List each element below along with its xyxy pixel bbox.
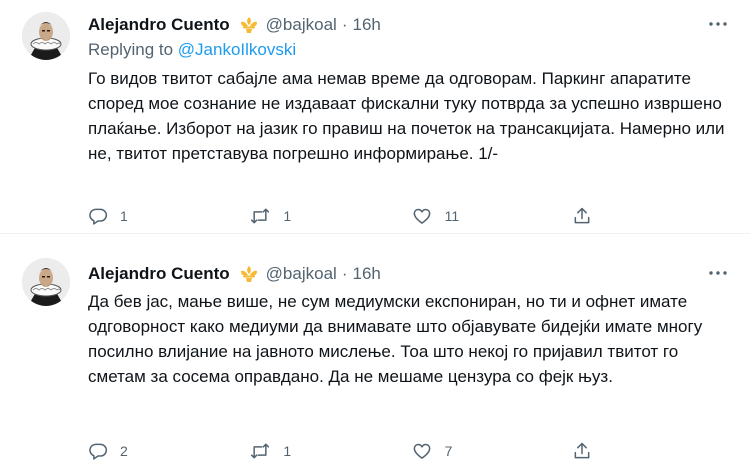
like-count: 11 [444,208,460,224]
avatar-portrait [22,258,70,306]
retweet-icon [251,443,270,459]
avatar[interactable] [22,12,70,60]
timestamp[interactable]: 16h [352,15,380,35]
tweet[interactable]: Alejandro Cuento @bajkoal · 16h Replying… [0,0,750,234]
like-icon [413,208,431,224]
retweet-count: 1 [283,443,292,459]
like-button[interactable]: 11 [411,206,471,226]
replying-to: Replying to @JankoIlkovski [88,40,296,60]
retweet-icon [251,208,270,224]
more-icon[interactable] [706,261,730,285]
tweet-actions: 1 1 11 [88,206,632,226]
author-name[interactable]: Alejandro Cuento [88,15,230,35]
reply-count: 2 [120,443,128,459]
retweet-button[interactable]: 1 [249,206,309,226]
more-icon[interactable] [706,12,730,36]
badge-fleur-icon [238,15,260,35]
like-icon [413,443,431,459]
like-count: 7 [444,443,453,459]
reply-icon [89,208,108,225]
like-button[interactable]: 7 [411,441,471,461]
share-icon [574,207,590,224]
reply-button[interactable]: 2 [88,441,148,461]
author-name[interactable]: Alejandro Cuento [88,264,230,284]
reply-icon [89,443,108,460]
tweet-header: Alejandro Cuento @bajkoal · 16h [88,14,730,36]
author-handle[interactable]: @bajkoal [266,264,337,284]
reply-button[interactable]: 1 [88,206,148,226]
replying-to-link[interactable]: @JankoIlkovski [178,40,296,59]
tweet[interactable]: Alejandro Cuento @bajkoal · 16h Да бев ј… [0,234,750,468]
author-handle[interactable]: @bajkoal [266,15,337,35]
tweet-text: Да бев јас, мање више, не сум медиумски … [88,292,703,386]
tweet-actions: 2 1 7 [88,441,632,461]
badge-fleur-icon [238,264,260,284]
replying-to-label: Replying to [88,40,174,59]
retweet-button[interactable]: 1 [249,441,309,461]
separator-dot: · [341,264,348,283]
separator-dot: · [341,15,348,34]
retweet-count: 1 [283,208,292,224]
share-button[interactable] [572,206,632,226]
timestamp[interactable]: 16h [352,264,380,284]
reply-count: 1 [120,208,128,224]
tweet-header: Alejandro Cuento @bajkoal · 16h [88,263,730,285]
share-icon [574,442,590,459]
tweet-text: Го видов твитот сабајле ама немав време … [88,69,725,163]
share-button[interactable] [572,441,632,461]
avatar-portrait [22,12,70,60]
avatar[interactable] [22,258,70,306]
